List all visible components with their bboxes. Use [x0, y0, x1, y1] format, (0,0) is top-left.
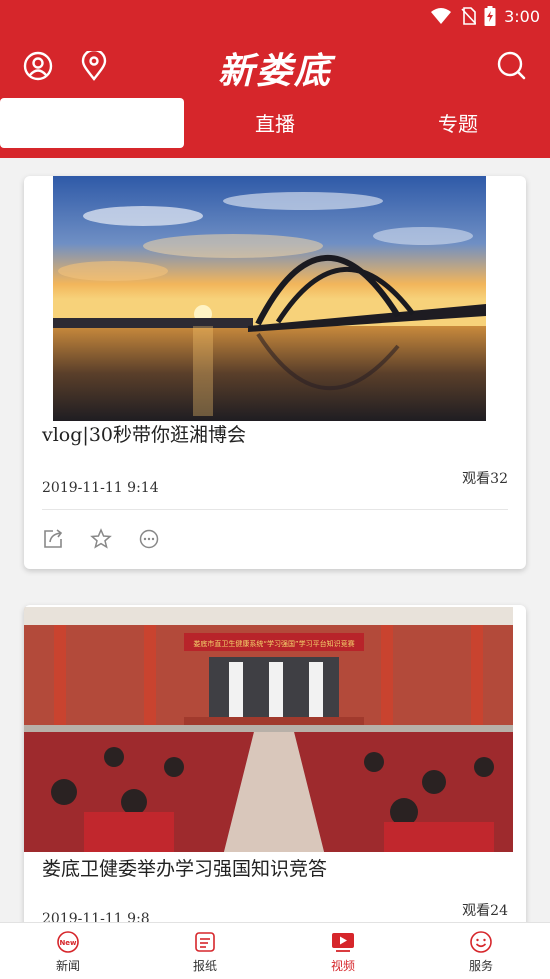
card-actions [42, 528, 160, 550]
nav-item-news[interactable]: New 新闻 [13, 923, 123, 979]
comment-icon[interactable] [138, 528, 160, 550]
view-count: 观看24 [462, 903, 508, 919]
article-card[interactable]: 娄底市直卫生健康系统“学习强国”学习平台知识竞赛 娄底卫健委举办学习强国知识竞答… [24, 605, 526, 922]
app-logo: 新娄底 [217, 50, 332, 92]
video-feed: vlog|30秒带你逛湘博会 观看32 2019-11-11 9:14 娄底市直… [0, 158, 550, 922]
service-icon [470, 930, 492, 953]
newspaper-icon [195, 931, 215, 952]
video-thumbnail[interactable]: 娄底市直卫生健康系统“学习强国”学习平台知识竞赛 [24, 607, 513, 852]
publish-date: 2019-11-11 9:14 [42, 480, 159, 496]
article-title[interactable]: 娄底卫健委举办学习强国知识竞答 [42, 854, 327, 881]
video-thumbnail[interactable] [53, 176, 486, 421]
stage-banner: 娄底市直卫生健康系统“学习强国”学习平台知识竞赛 [193, 639, 354, 648]
nav-item-video[interactable]: 视频 [288, 923, 398, 979]
article-card[interactable]: vlog|30秒带你逛湘博会 观看32 2019-11-11 9:14 [24, 176, 526, 569]
wifi-icon [431, 8, 452, 24]
card-divider [42, 509, 508, 510]
top-bar: 新娄底 [0, 40, 550, 92]
nav-label: 视频 [330, 958, 355, 973]
tab-video[interactable] [0, 98, 184, 148]
nav-label: 服务 [468, 958, 493, 973]
battery-charging-icon [484, 6, 496, 26]
view-count: 观看32 [462, 471, 508, 487]
search-icon[interactable] [494, 48, 528, 82]
nav-item-newspaper[interactable]: 报纸 [150, 923, 260, 979]
tab-live[interactable]: 直播 [183, 96, 367, 148]
share-icon[interactable] [42, 528, 64, 550]
status-bar: 3:00 [430, 4, 540, 28]
no-sim-icon [461, 7, 477, 25]
nav-item-service[interactable]: 服务 [426, 923, 536, 979]
channel-tabs: 直播 专题 [0, 96, 550, 148]
bottom-nav: New 新闻 报纸 视频 服务 [0, 922, 550, 979]
status-time: 3:00 [504, 6, 540, 26]
publish-date: 2019-11-11 9:8 [42, 911, 150, 922]
news-icon: New [57, 930, 79, 953]
article-title[interactable]: vlog|30秒带你逛湘博会 [42, 420, 246, 447]
svg-text:New: New [59, 939, 77, 947]
favorite-star-icon[interactable] [90, 528, 112, 550]
app-header: 3:00 新娄底 直播 专题 [0, 0, 550, 158]
nav-label: 新闻 [55, 958, 80, 973]
video-icon [332, 932, 354, 952]
nav-label: 报纸 [192, 958, 217, 973]
tab-topics[interactable]: 专题 [366, 96, 550, 148]
